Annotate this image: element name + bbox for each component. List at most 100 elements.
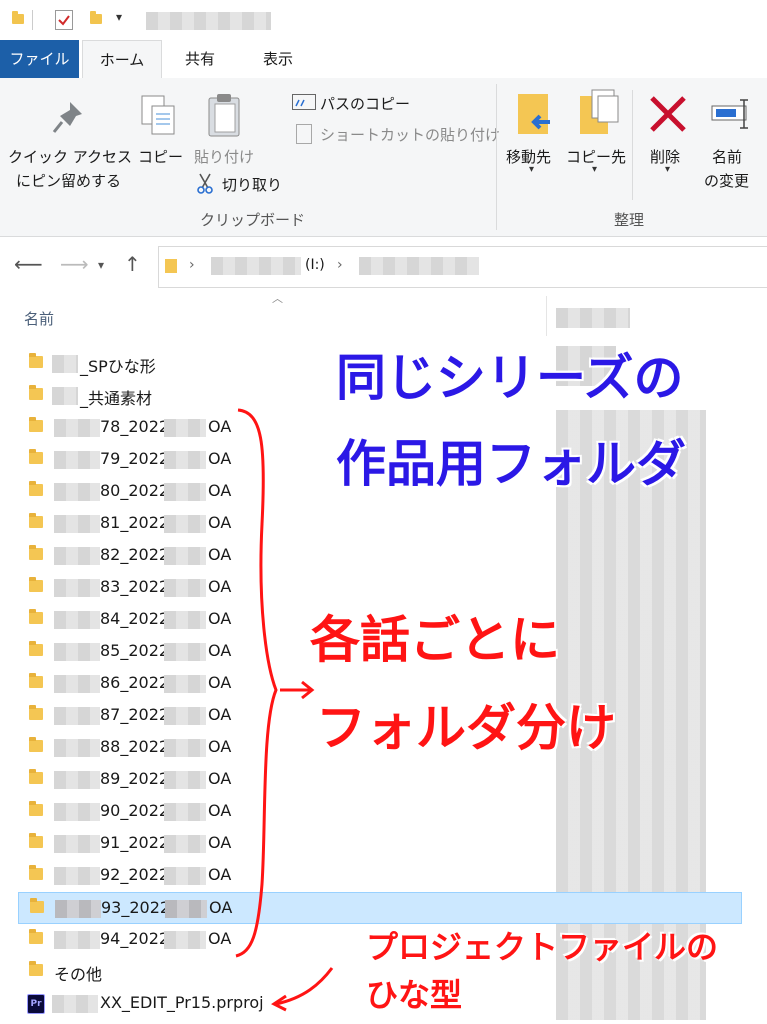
- drive-name[interactable]: [211, 257, 301, 275]
- move-to-dropdown-icon[interactable]: ▾: [529, 164, 534, 175]
- redacted-name-middle: [164, 611, 206, 629]
- redacted-name-middle: [164, 771, 206, 789]
- copy-path-label[interactable]: パスのコピー: [320, 93, 410, 114]
- folder-row[interactable]: 92_2022 OA: [18, 860, 740, 890]
- annotation-template-line1: プロジェクトファイルの: [366, 928, 719, 966]
- paste-shortcut-icon[interactable]: [296, 124, 312, 144]
- item-name: 90_2022: [100, 801, 170, 820]
- redacted-name-middle: [164, 707, 206, 725]
- item-name: 94_2022: [100, 929, 170, 948]
- premiere-project-icon: Pr: [27, 994, 45, 1014]
- tab-view[interactable]: 表示: [246, 40, 310, 78]
- redacted-name-prefix: [54, 675, 100, 693]
- item-name-suffix: OA: [208, 417, 232, 436]
- copy-to-dropdown-icon[interactable]: ▾: [592, 164, 597, 175]
- properties-icon[interactable]: [55, 10, 73, 30]
- redacted-name-prefix: [54, 739, 100, 757]
- redacted-name-middle: [164, 643, 206, 661]
- item-name: 79_2022: [100, 449, 170, 468]
- group-divider: [496, 84, 497, 230]
- folder-row[interactable]: 91_2022 OA: [18, 828, 740, 858]
- up-button[interactable]: ↑: [124, 252, 141, 276]
- folder-row[interactable]: 89_2022 OA: [18, 764, 740, 794]
- address-bar[interactable]: › (I:) ›: [158, 246, 767, 288]
- item-name-suffix: OA: [208, 833, 232, 852]
- rename-label-1[interactable]: 名前: [712, 146, 742, 167]
- folder-row[interactable]: 83_2022 OA: [18, 572, 740, 602]
- item-name-suffix: OA: [208, 865, 232, 884]
- redacted-name-middle: [164, 867, 206, 885]
- redacted-name-middle: [164, 803, 206, 821]
- current-folder-name[interactable]: [359, 257, 479, 275]
- redacted-name-middle: [164, 451, 206, 469]
- item-name: 86_2022: [100, 673, 170, 692]
- move-to-icon[interactable]: [514, 92, 554, 136]
- redacted-name-prefix: [54, 611, 100, 629]
- new-folder-icon[interactable]: [90, 11, 102, 24]
- item-name: 80_2022: [100, 481, 170, 500]
- pin-label-2[interactable]: にピン留めする: [16, 170, 121, 191]
- tab-home[interactable]: ホーム: [82, 40, 162, 79]
- redacted-name-prefix: [54, 643, 100, 661]
- folder-icon: [29, 833, 43, 848]
- copy-icon[interactable]: [140, 94, 180, 138]
- item-name: _SPひな形: [80, 357, 156, 376]
- back-button[interactable]: ⟵: [14, 252, 43, 276]
- delete-x-icon[interactable]: [648, 94, 688, 134]
- paste-icon[interactable]: [205, 92, 245, 138]
- item-name: 83_2022: [100, 577, 170, 596]
- redacted-name-prefix: [54, 931, 100, 949]
- chevron-right-icon[interactable]: ›: [337, 257, 343, 273]
- folder-icon: [165, 259, 177, 273]
- recent-locations-dropdown-icon[interactable]: ▾: [98, 258, 104, 272]
- drive-letter[interactable]: (I:): [305, 257, 325, 273]
- folder-row[interactable]: 93_2022 OA: [18, 892, 742, 924]
- item-name: 93_2022: [101, 898, 171, 917]
- paste-shortcut-label[interactable]: ショートカットの貼り付け: [320, 124, 500, 145]
- scissors-icon[interactable]: [196, 172, 214, 194]
- rename-label-2[interactable]: の変更: [704, 170, 749, 191]
- annotation-series-line1: 同じシリーズの: [336, 349, 684, 407]
- copy-path-icon[interactable]: [292, 94, 316, 110]
- item-name-suffix: OA: [208, 481, 232, 500]
- paste-label[interactable]: 貼り付け: [194, 146, 254, 167]
- redacted-name-prefix: [55, 900, 101, 918]
- redacted-name-prefix: [54, 419, 100, 437]
- copy-to-icon[interactable]: [578, 88, 620, 136]
- cut-label[interactable]: 切り取り: [222, 174, 282, 195]
- folder-row[interactable]: 90_2022 OA: [18, 796, 740, 826]
- folder-icon: [29, 929, 43, 944]
- folder-row[interactable]: 82_2022 OA: [18, 540, 740, 570]
- redacted-name-middle: [164, 835, 206, 853]
- quick-access-dropdown-icon[interactable]: ▾: [116, 10, 122, 24]
- item-name-suffix: OA: [208, 929, 232, 948]
- copy-label[interactable]: コピー: [138, 146, 183, 167]
- ribbon-tab-bar: ファイル ホーム 共有 表示: [0, 40, 767, 79]
- chevron-right-icon[interactable]: ›: [189, 257, 195, 273]
- item-name: 78_2022: [100, 417, 170, 436]
- organize-group-label: 整理: [614, 211, 645, 229]
- redacted-name-prefix: [54, 835, 100, 853]
- rename-icon[interactable]: [710, 96, 754, 132]
- column-divider[interactable]: [546, 296, 547, 336]
- name-column-header[interactable]: 名前: [24, 308, 54, 329]
- pin-label-1[interactable]: クイック アクセス: [8, 146, 132, 167]
- date-column-header[interactable]: [556, 308, 630, 328]
- redacted-name-prefix: [52, 995, 98, 1013]
- redacted-name-prefix: [54, 771, 100, 789]
- tab-share[interactable]: 共有: [170, 40, 230, 78]
- folder-icon: [30, 898, 44, 913]
- folder-icon: [29, 353, 43, 368]
- item-name: 91_2022: [100, 833, 170, 852]
- item-name: 84_2022: [100, 609, 170, 628]
- redacted-name-prefix: [54, 579, 100, 597]
- tab-file[interactable]: ファイル: [0, 40, 79, 78]
- folder-icon: [29, 385, 43, 400]
- redacted-name-prefix: [54, 803, 100, 821]
- annotation-episodes-line1: 各話ごとに: [310, 611, 560, 669]
- red-bracket-annotation: [235, 408, 315, 958]
- delete-dropdown-icon[interactable]: ▾: [665, 164, 670, 175]
- pin-icon[interactable]: [48, 98, 88, 138]
- forward-button[interactable]: ⟶: [60, 252, 89, 276]
- folder-row[interactable]: 81_2022 OA: [18, 508, 740, 538]
